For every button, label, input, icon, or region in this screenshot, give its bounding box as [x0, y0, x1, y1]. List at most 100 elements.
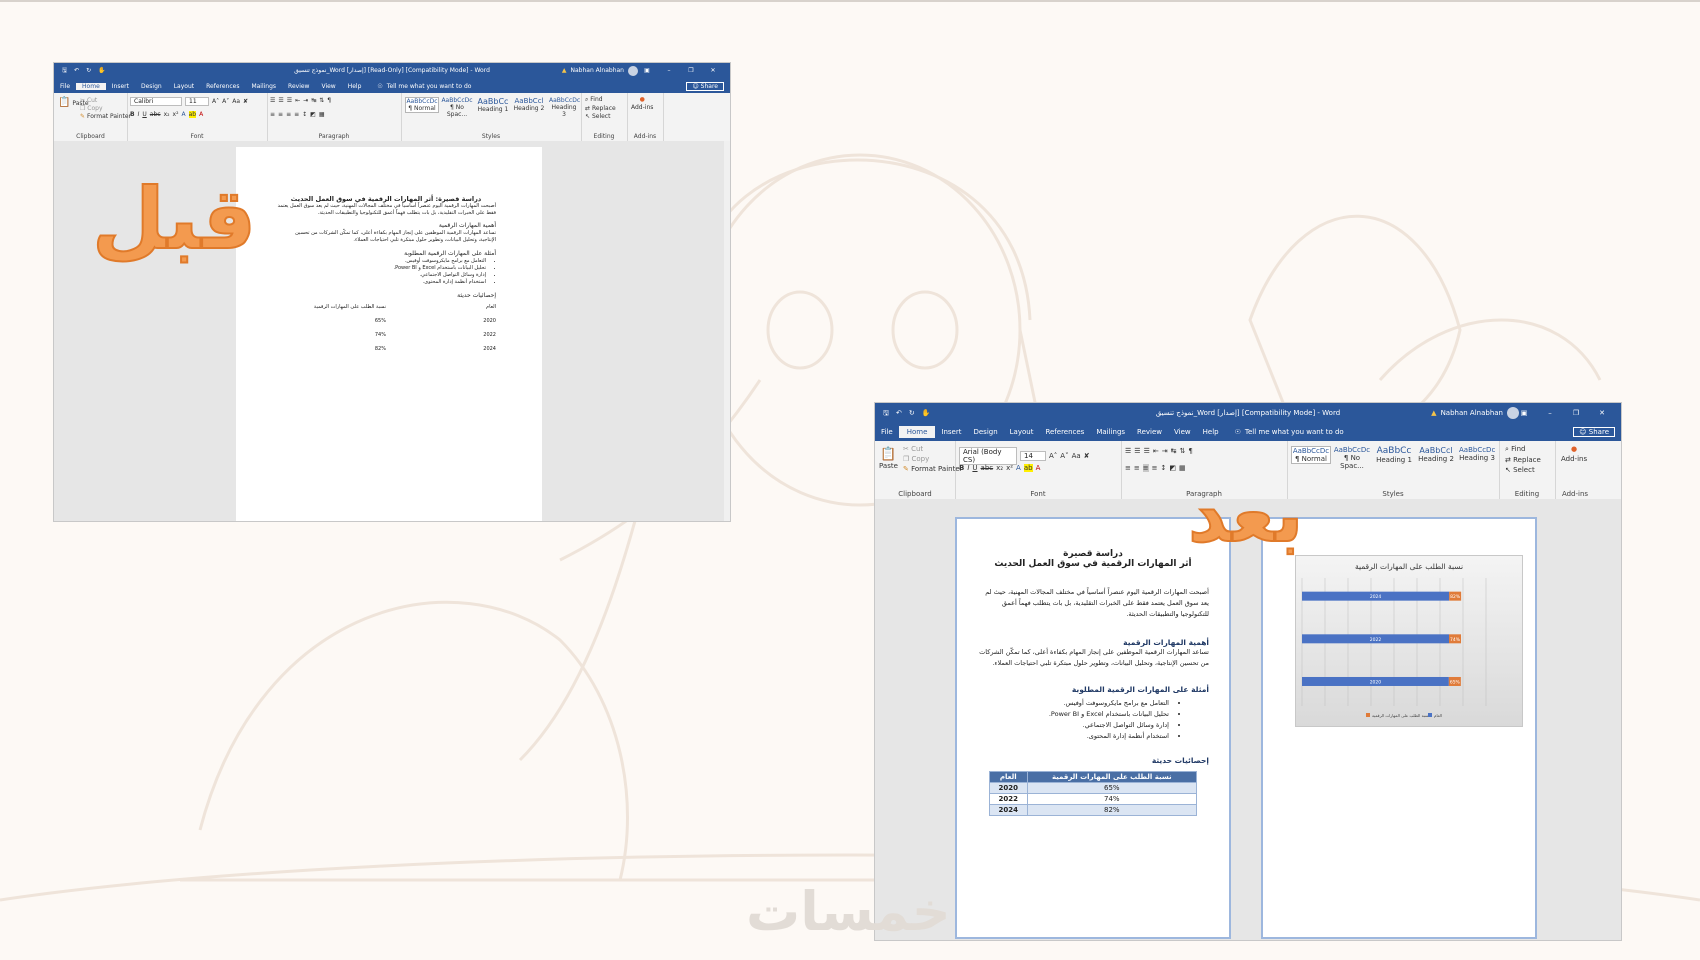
- increase-indent-icon[interactable]: ⇥: [1162, 447, 1168, 455]
- font-color-icon[interactable]: A: [199, 111, 203, 118]
- decrease-indent-icon[interactable]: ⇤: [1153, 447, 1159, 455]
- addins-icon[interactable]: ●: [640, 96, 645, 103]
- highlight-icon[interactable]: ab: [188, 111, 197, 118]
- tab-help[interactable]: Help: [342, 83, 368, 90]
- tab-home[interactable]: Home: [76, 82, 106, 90]
- shading-icon[interactable]: ◩: [1169, 464, 1176, 472]
- highlight-icon[interactable]: ab: [1023, 464, 1033, 472]
- multilevel-icon[interactable]: ☰: [287, 97, 292, 104]
- cut-button[interactable]: ✂ Cut: [80, 97, 97, 104]
- minimize-icon[interactable]: –: [1537, 403, 1563, 423]
- style-heading-3[interactable]: AaBbCcDc Heading 3: [1459, 446, 1495, 462]
- tab-view[interactable]: View: [315, 83, 341, 90]
- show-marks-icon[interactable]: ¶: [1188, 447, 1192, 455]
- borders-icon[interactable]: ▦: [1179, 464, 1186, 472]
- style-normal[interactable]: AaBbCcDc ¶ Normal: [1291, 446, 1331, 464]
- tab-view[interactable]: View: [1168, 428, 1197, 436]
- user-account[interactable]: ▲ Nabhan Alnabhan: [562, 63, 638, 79]
- tab-design[interactable]: Design: [967, 428, 1003, 436]
- addins-icon[interactable]: ●: [1571, 445, 1577, 453]
- style-no-spacing[interactable]: AaBbCcDc ¶ No Spac...: [1333, 446, 1371, 470]
- tab-review[interactable]: Review: [282, 83, 315, 90]
- addins-button[interactable]: Add-ins: [631, 104, 653, 111]
- document-page-1[interactable]: دراسة قصيرة أثر المهارات الرقمية في سوق …: [957, 519, 1229, 937]
- share-button[interactable]: ☺ Share: [686, 81, 724, 91]
- align-center-icon[interactable]: ≡: [1134, 464, 1140, 472]
- tab-layout[interactable]: Layout: [168, 83, 200, 90]
- replace-button[interactable]: ⇄ Replace: [585, 105, 616, 112]
- tab-design[interactable]: Design: [135, 83, 168, 90]
- addins-button[interactable]: Add-ins: [1561, 455, 1587, 463]
- font-name-select[interactable]: Arial (Body CS): [959, 447, 1017, 465]
- show-marks-icon[interactable]: ¶: [327, 97, 331, 104]
- strikethrough-icon[interactable]: abc: [150, 111, 161, 118]
- tab-references[interactable]: References: [1039, 428, 1090, 436]
- tab-mailings[interactable]: Mailings: [1090, 428, 1131, 436]
- grow-font-icon[interactable]: A˄: [212, 98, 219, 105]
- tab-file[interactable]: File: [54, 83, 76, 90]
- bullets-icon[interactable]: ☰: [270, 97, 275, 104]
- ribbon-display-icon[interactable]: ▣: [1511, 403, 1537, 423]
- superscript-icon[interactable]: x²: [1006, 464, 1013, 472]
- shrink-font-icon[interactable]: A˅: [222, 98, 229, 105]
- copy-button[interactable]: ❐ Copy: [903, 455, 929, 463]
- decrease-indent-icon[interactable]: ⇤: [295, 97, 300, 104]
- font-size-select[interactable]: 14: [1020, 451, 1046, 461]
- bold-icon[interactable]: B: [959, 464, 964, 472]
- tab-insert[interactable]: Insert: [106, 83, 135, 90]
- style-heading-3[interactable]: AaBbCcDc Heading 3: [549, 97, 580, 118]
- change-case-icon[interactable]: Aa: [232, 98, 240, 105]
- numbering-icon[interactable]: ☰: [278, 97, 283, 104]
- minimize-icon[interactable]: –: [658, 63, 680, 79]
- ltr-icon[interactable]: ↹: [311, 97, 316, 104]
- style-heading-1[interactable]: AaBbCc Heading 1: [477, 97, 509, 113]
- tab-layout[interactable]: Layout: [1004, 428, 1040, 436]
- sort-icon[interactable]: ⇅: [1179, 447, 1185, 455]
- style-no-spacing[interactable]: AaBbCcDc ¶ No Spac...: [441, 97, 473, 118]
- document-area[interactable]: دراسة قصيرة أثر المهارات الرقمية في سوق …: [875, 499, 1621, 940]
- line-spacing-icon[interactable]: ↕: [1161, 464, 1167, 472]
- select-button[interactable]: ↖ Select: [585, 113, 610, 120]
- increase-indent-icon[interactable]: ⇥: [303, 97, 308, 104]
- style-heading-1[interactable]: AaBbCc Heading 1: [1375, 446, 1413, 464]
- ribbon-display-icon[interactable]: ▣: [636, 63, 658, 79]
- numbering-icon[interactable]: ☰: [1134, 447, 1140, 455]
- justify-icon[interactable]: ≡: [1152, 464, 1158, 472]
- tell-me-box[interactable]: ☉ Tell me what you want to do: [377, 83, 471, 90]
- subscript-icon[interactable]: x₂: [996, 464, 1003, 472]
- close-icon[interactable]: ✕: [1589, 403, 1615, 423]
- tab-review[interactable]: Review: [1131, 428, 1168, 436]
- bullets-icon[interactable]: ☰: [1125, 447, 1131, 455]
- font-size-select[interactable]: 11: [185, 97, 209, 106]
- sort-icon[interactable]: ⇅: [319, 97, 324, 104]
- vertical-scrollbar[interactable]: [724, 141, 730, 521]
- font-name-select[interactable]: Calibri: [130, 97, 182, 106]
- underline-icon[interactable]: U: [972, 464, 977, 472]
- document-page[interactable]: دراسة قصيرة: أثر المهارات الرقمية في سوق…: [236, 147, 542, 521]
- tab-help[interactable]: Help: [1197, 428, 1225, 436]
- subscript-icon[interactable]: x₂: [164, 111, 170, 118]
- font-color-icon[interactable]: A: [1036, 464, 1041, 472]
- align-right-icon[interactable]: ≡: [1142, 464, 1149, 472]
- italic-icon[interactable]: I: [967, 464, 969, 472]
- clear-format-icon[interactable]: ✘: [243, 98, 248, 105]
- underline-icon[interactable]: U: [142, 111, 146, 118]
- ltr-icon[interactable]: ↹: [1171, 447, 1177, 455]
- close-icon[interactable]: ✕: [702, 63, 724, 79]
- text-effects-icon[interactable]: A: [1016, 464, 1021, 472]
- superscript-icon[interactable]: x²: [173, 111, 179, 118]
- replace-button[interactable]: ⇄ Replace: [1505, 456, 1541, 464]
- clear-format-icon[interactable]: ✘: [1084, 452, 1090, 460]
- line-spacing-icon[interactable]: ↕: [302, 111, 307, 118]
- tab-file[interactable]: File: [875, 428, 899, 436]
- find-button[interactable]: ⌕ Find: [585, 96, 603, 104]
- align-center-icon[interactable]: ≡: [278, 111, 283, 118]
- bold-icon[interactable]: B: [130, 111, 135, 118]
- style-heading-2[interactable]: AaBbCcl Heading 2: [513, 97, 545, 112]
- borders-icon[interactable]: ▦: [319, 111, 325, 118]
- tab-home[interactable]: Home: [898, 426, 936, 438]
- multilevel-icon[interactable]: ☰: [1144, 447, 1150, 455]
- shrink-font-icon[interactable]: A˅: [1060, 452, 1068, 460]
- align-left-icon[interactable]: ≡: [1125, 464, 1131, 472]
- format-painter-button[interactable]: ✎ Format Painter: [903, 465, 963, 473]
